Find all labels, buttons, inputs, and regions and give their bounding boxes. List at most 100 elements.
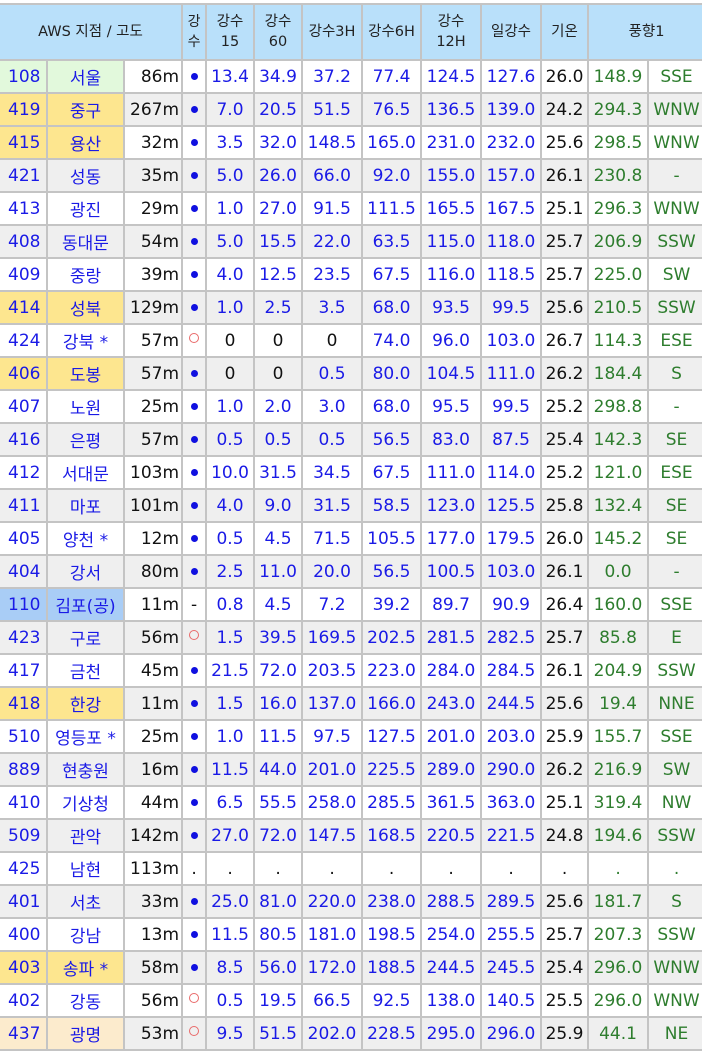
rain-3h-cell: .: [301, 851, 364, 886]
wind-degree-cell: 296.3: [587, 191, 650, 226]
station-name-cell[interactable]: 은평: [46, 422, 125, 457]
station-name-cell[interactable]: 한강: [46, 686, 125, 721]
station-id-cell[interactable]: 108: [0, 59, 48, 94]
station-name-cell[interactable]: 마포: [46, 488, 125, 523]
station-name-cell[interactable]: 성동: [46, 158, 125, 193]
rain-15-cell: 8.5: [205, 950, 256, 985]
station-id-cell[interactable]: 401: [0, 884, 48, 919]
station-id-cell[interactable]: 437: [0, 1016, 48, 1051]
header-daily[interactable]: 일강수: [480, 3, 543, 61]
altitude-cell: 86m: [122, 59, 184, 94]
station-name-cell[interactable]: 광진: [46, 191, 125, 226]
rain-6h-cell: 39.2: [361, 587, 423, 622]
station-id-cell[interactable]: 409: [0, 257, 48, 292]
station-id-cell[interactable]: 414: [0, 290, 48, 325]
station-id-cell[interactable]: 406: [0, 356, 48, 391]
station-name-cell[interactable]: 김포(공): [46, 587, 125, 622]
station-id-cell[interactable]: 410: [0, 785, 48, 820]
station-id-cell[interactable]: 412: [0, 455, 48, 490]
station-id-cell[interactable]: 417: [0, 653, 48, 688]
header-station[interactable]: AWS 지점 / 고도: [0, 3, 184, 61]
station-id-cell[interactable]: 403: [0, 950, 48, 985]
station-name-cell[interactable]: 광명: [46, 1016, 125, 1051]
header-rain6h[interactable]: 강수6H: [361, 3, 423, 61]
rain-15-cell: .: [205, 851, 256, 886]
header-rain12h[interactable]: 강수 12H: [420, 3, 483, 61]
wind-degree-cell: 19.4: [587, 686, 650, 721]
header-rain15[interactable]: 강수 15: [205, 3, 256, 61]
station-name-cell[interactable]: 현충원: [46, 752, 125, 787]
rain-60-cell: 31.5: [253, 455, 304, 490]
header-wind[interactable]: 풍향1: [587, 3, 702, 61]
station-name-cell[interactable]: 강남: [46, 917, 125, 952]
station-name-cell[interactable]: 기상청: [46, 785, 125, 820]
station-id-cell[interactable]: 413: [0, 191, 48, 226]
header-temp[interactable]: 기온: [540, 3, 590, 61]
station-name-cell[interactable]: 도봉: [46, 356, 125, 391]
rain-3h-cell: 22.0: [301, 224, 364, 259]
rain-dot-icon: [190, 667, 198, 674]
station-name-cell[interactable]: 서초: [46, 884, 125, 919]
temperature-cell: 26.4: [540, 587, 590, 622]
altitude-cell: 25m: [122, 389, 184, 424]
station-name-cell[interactable]: 강북 *: [46, 323, 125, 358]
altitude-cell: 58m: [122, 950, 184, 985]
station-id-cell[interactable]: 510: [0, 719, 48, 754]
station-id-cell[interactable]: 889: [0, 752, 48, 787]
station-name-cell[interactable]: 동대문: [46, 224, 125, 259]
header-rain60[interactable]: 강수 60: [253, 3, 304, 61]
rain-6h-cell: 168.5: [361, 818, 423, 853]
station-name-cell[interactable]: 양천 *: [46, 521, 125, 556]
wind-direction-cell: NW: [647, 785, 702, 820]
header-rain[interactable]: 강수: [181, 3, 208, 61]
station-id-cell[interactable]: 421: [0, 158, 48, 193]
station-id-cell[interactable]: 404: [0, 554, 48, 589]
station-name-cell[interactable]: 서대문: [46, 455, 125, 490]
station-name-cell[interactable]: 송파 *: [46, 950, 125, 985]
rain-dot-icon: [190, 73, 198, 80]
rain-dot-icon: [190, 700, 198, 707]
station-id-cell[interactable]: 408: [0, 224, 48, 259]
rain-60-cell: 19.5: [253, 983, 304, 1018]
rain-12h-cell: 231.0: [420, 125, 483, 160]
station-name-cell[interactable]: 남현: [46, 851, 125, 886]
station-name-cell[interactable]: 구로: [46, 620, 125, 655]
station-name-cell[interactable]: 중랑: [46, 257, 125, 292]
station-name-cell[interactable]: 강동: [46, 983, 125, 1018]
station-name-cell[interactable]: 노원: [46, 389, 125, 424]
station-id-cell[interactable]: 509: [0, 818, 48, 853]
station-id-cell[interactable]: 407: [0, 389, 48, 424]
station-id-cell[interactable]: 418: [0, 686, 48, 721]
station-name-cell[interactable]: 관악: [46, 818, 125, 853]
station-id-cell[interactable]: 402: [0, 983, 48, 1018]
station-id-cell[interactable]: 423: [0, 620, 48, 655]
daily-rain-cell: 99.5: [480, 389, 543, 424]
station-id-cell[interactable]: 411: [0, 488, 48, 523]
rain-15-cell: 5.0: [205, 158, 256, 193]
header-rain3h[interactable]: 강수3H: [301, 3, 364, 61]
station-id-cell[interactable]: 110: [0, 587, 48, 622]
wind-degree-cell: 207.3: [587, 917, 650, 952]
station-name-cell[interactable]: 강서: [46, 554, 125, 589]
station-name-cell[interactable]: 금천: [46, 653, 125, 688]
station-id-cell[interactable]: 425: [0, 851, 48, 886]
wind-direction-cell: SSW: [647, 653, 702, 688]
rain-indicator-cell: [181, 224, 208, 259]
wind-degree-cell: 114.3: [587, 323, 650, 358]
station-id-cell[interactable]: 400: [0, 917, 48, 952]
rain-15-cell: 11.5: [205, 752, 256, 787]
station-id-cell[interactable]: 415: [0, 125, 48, 160]
station-name-cell[interactable]: 성북: [46, 290, 125, 325]
station-name-cell[interactable]: 중구: [46, 92, 125, 127]
station-name-cell[interactable]: 서울: [46, 59, 125, 94]
station-id-cell[interactable]: 419: [0, 92, 48, 127]
station-id-cell[interactable]: 416: [0, 422, 48, 457]
daily-rain-cell: 282.5: [480, 620, 543, 655]
station-id-cell[interactable]: 405: [0, 521, 48, 556]
altitude-cell: 29m: [122, 191, 184, 226]
temperature-cell: 25.7: [540, 620, 590, 655]
table-row: 423 구로 56m 1.5 39.5 169.5 202.5 281.5 282.5 25.7 8…: [0, 620, 702, 655]
station-name-cell[interactable]: 용산: [46, 125, 125, 160]
station-id-cell[interactable]: 424: [0, 323, 48, 358]
station-name-cell[interactable]: 영등포 *: [46, 719, 125, 754]
